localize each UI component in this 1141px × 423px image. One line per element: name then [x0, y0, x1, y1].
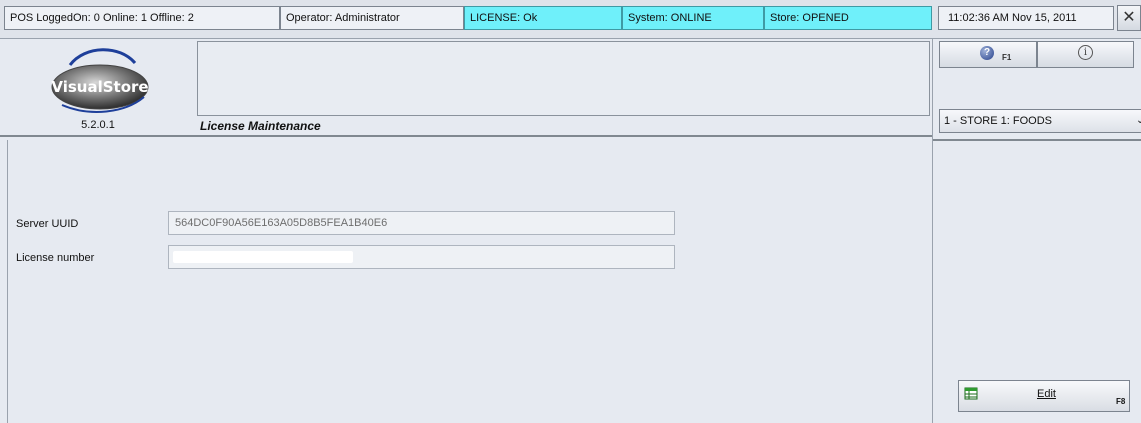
server-uuid-label: Server UUID [16, 218, 79, 230]
license-number-label: License number [16, 252, 95, 264]
title-area: License Maintenance [197, 39, 932, 140]
page-title: License Maintenance [200, 119, 321, 133]
server-uuid-value: 564DC0F90A56E163A05D8B5FEA1B40E6 [175, 217, 388, 229]
chevron-down-icon: ⌄ [1136, 115, 1141, 126]
store-select[interactable]: 1 - STORE 1: FOODS ⌄ [939, 109, 1141, 133]
pos-status: POS LoggedOn: 0 Online: 1 Offline: 2 [4, 6, 280, 30]
close-button[interactable]: ✕ [1117, 5, 1141, 31]
datetime-display: 11:02:36 AM Nov 15, 2011 [938, 6, 1114, 30]
edit-button-label: Edit [1037, 388, 1056, 400]
right-panel-divider [933, 139, 1141, 141]
edit-sheet-icon [964, 387, 978, 400]
left-edge-line [7, 140, 8, 423]
server-uuid-field: 564DC0F90A56E163A05D8B5FEA1B40E6 [168, 211, 675, 235]
title-divider [197, 135, 932, 137]
store-status: Store: OPENED [764, 6, 932, 30]
store-select-value: 1 - STORE 1: FOODS [944, 115, 1052, 127]
info-icon: i [1078, 45, 1093, 60]
license-status: LICENSE: Ok [464, 6, 622, 30]
edit-key-label: F8 [1116, 397, 1126, 406]
message-panel [197, 41, 930, 116]
operator-status: Operator: Administrator [280, 6, 464, 30]
logo-text: VisualStore [51, 78, 148, 96]
close-icon: ✕ [1122, 9, 1136, 26]
logo-divider [0, 135, 197, 137]
version-label: 5.2.0.1 [81, 119, 115, 131]
redacted-value [173, 251, 353, 263]
left-edge [0, 140, 7, 423]
right-panel: ? F1 i 1 - STORE 1: FOODS ⌄ Edit F8 [932, 39, 1141, 423]
help-button[interactable]: ? F1 [939, 41, 1037, 68]
help-key-label: F1 [1002, 53, 1012, 62]
visualstore-logo: VisualStore [51, 48, 149, 113]
edit-button[interactable]: Edit F8 [958, 380, 1130, 412]
help-question-icon: ? [980, 46, 994, 60]
status-bar: POS LoggedOn: 0 Online: 1 Offline: 2 Ope… [0, 0, 1141, 39]
system-status: System: ONLINE [622, 6, 764, 30]
license-number-field[interactable] [168, 245, 675, 269]
info-button[interactable]: i [1037, 41, 1134, 68]
